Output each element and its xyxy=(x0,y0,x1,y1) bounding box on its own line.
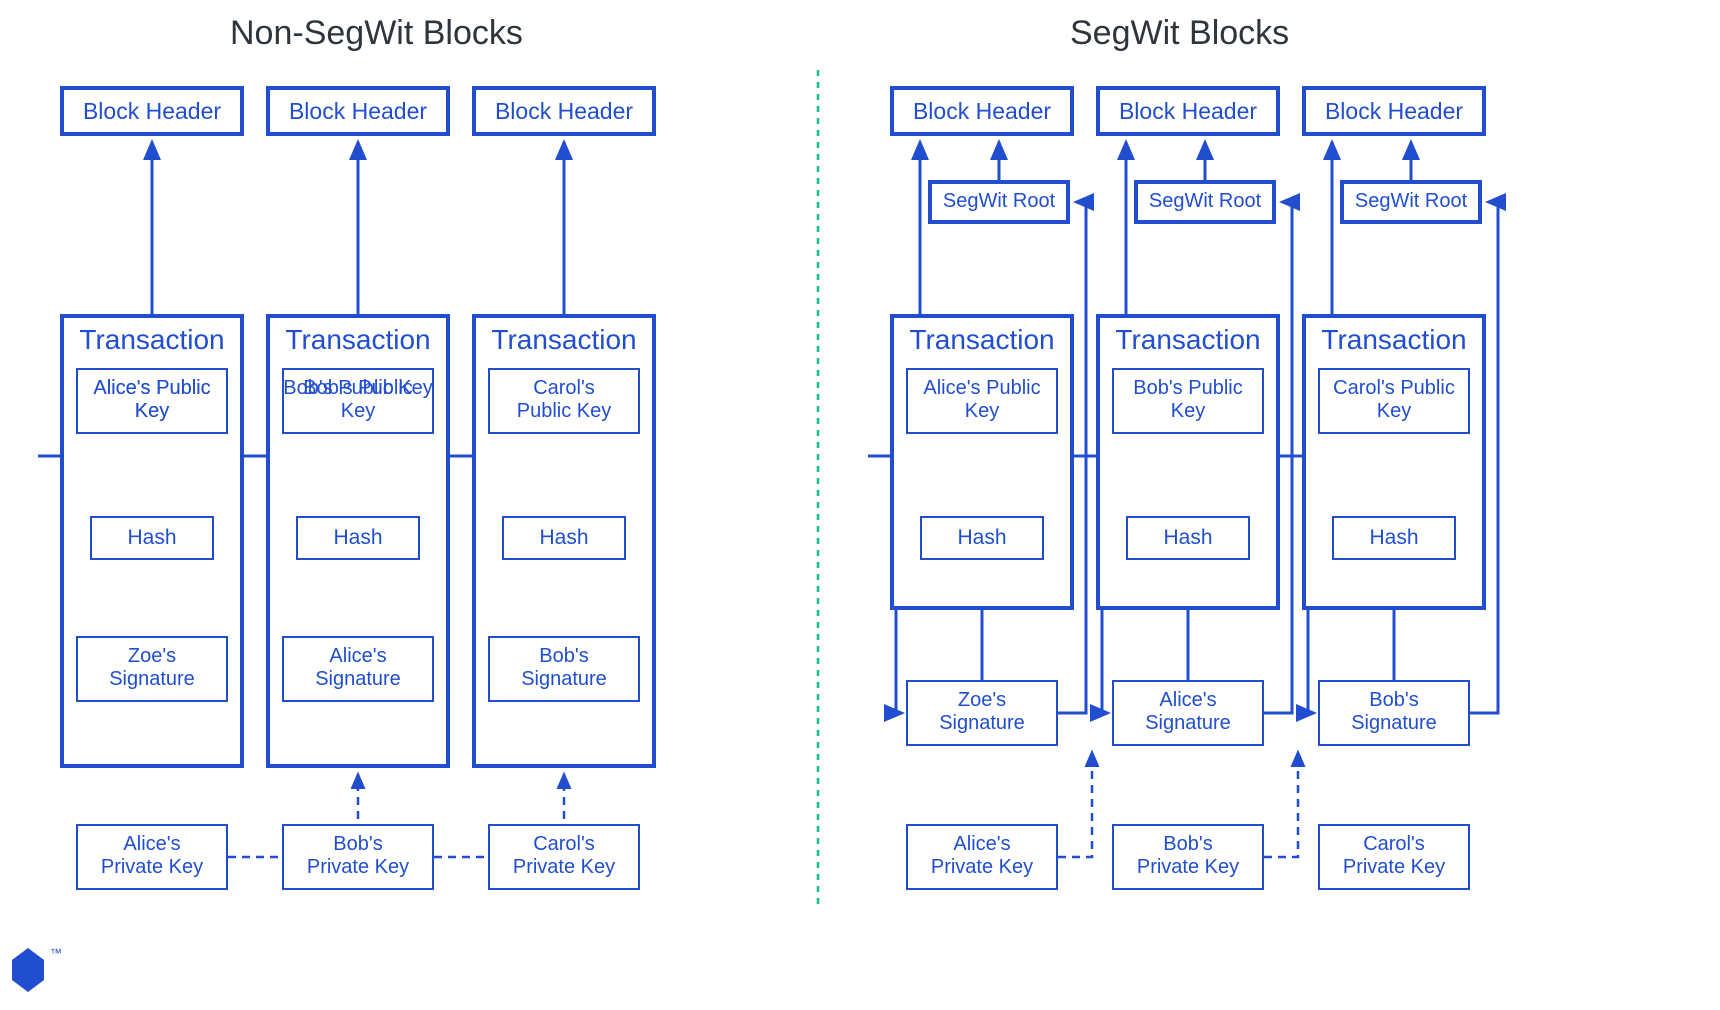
segwit-root-label: SegWit Root xyxy=(928,190,1070,213)
private-key-label: Carol'sPrivate Key xyxy=(1318,833,1470,879)
hash-label: Hash xyxy=(90,526,214,550)
arrow-priv-next-sig xyxy=(1058,752,1092,857)
public-key-label: Bob's PublicKey xyxy=(1112,377,1264,423)
segwit-root-label: SegWit Root xyxy=(1134,190,1276,213)
signature-label: Zoe'sSignature xyxy=(906,689,1058,735)
block-header-label: Block Header xyxy=(472,98,656,124)
transaction-box xyxy=(890,314,1074,610)
private-key-label: Alice'sPrivate Key xyxy=(76,833,228,879)
logo-mark: ™ xyxy=(6,946,62,1005)
arrow-priv-next-sig xyxy=(1264,752,1298,857)
block-header-label: Block Header xyxy=(890,98,1074,124)
transaction-box xyxy=(1096,314,1280,610)
segwit-root-label: SegWit Root xyxy=(1340,190,1482,213)
hash-label: Hash xyxy=(1332,526,1456,550)
block-header-label: Block Header xyxy=(1096,98,1280,124)
public-key-label: Carol'sPublic Key xyxy=(488,377,640,423)
signature-label: Alice'sSignature xyxy=(1112,689,1264,735)
transaction-label: Transaction xyxy=(1096,324,1280,356)
signature-label: Bob'sSignature xyxy=(1318,689,1470,735)
signature-label: Bob'sSignature xyxy=(488,645,640,691)
transaction-label: Transaction xyxy=(60,324,244,356)
private-key-label: Carol'sPrivate Key xyxy=(488,833,640,879)
arrow-tx-sig xyxy=(896,610,902,713)
block-header-label: Block Header xyxy=(1302,98,1486,124)
transaction-box xyxy=(1302,314,1486,610)
private-key-label: Alice'sPrivate Key xyxy=(906,833,1058,879)
public-key-label: Carol's PublicKey xyxy=(1318,377,1470,423)
private-key-label: Bob'sPrivate Key xyxy=(282,833,434,879)
transaction-label: Transaction xyxy=(266,324,450,356)
arrow-tx-sig xyxy=(1102,610,1108,713)
hash-label: Hash xyxy=(1126,526,1250,550)
hash-label: Hash xyxy=(502,526,626,550)
block-header-label: Block Header xyxy=(266,98,450,124)
hash-label: Hash xyxy=(920,526,1044,550)
public-key-label: Alice's PublicKey xyxy=(906,377,1058,423)
block-header-label: Block Header xyxy=(60,98,244,124)
signature-label: Alice'sSignature xyxy=(282,645,434,691)
arrow-tx-sig xyxy=(1308,610,1314,713)
pk-b: Bob's PublicKey xyxy=(282,377,434,423)
transaction-label: Transaction xyxy=(890,324,1074,356)
private-key-label: Bob'sPrivate Key xyxy=(1112,833,1264,879)
pk-a: Alice's PublicKey xyxy=(76,377,228,423)
title-right: SegWit Blocks xyxy=(1070,14,1289,53)
signature-label: Zoe'sSignature xyxy=(76,645,228,691)
hash-label: Hash xyxy=(296,526,420,550)
transaction-label: Transaction xyxy=(1302,324,1486,356)
transaction-label: Transaction xyxy=(472,324,656,356)
title-left: Non-SegWit Blocks xyxy=(230,14,523,53)
